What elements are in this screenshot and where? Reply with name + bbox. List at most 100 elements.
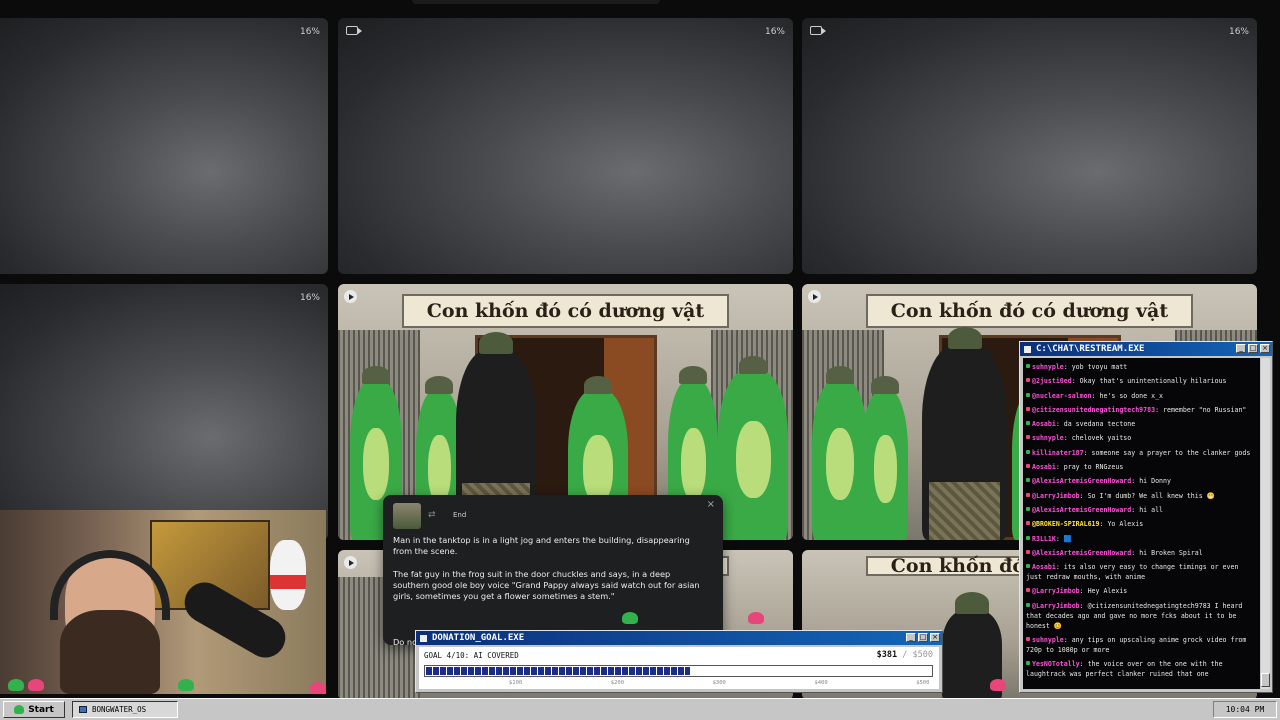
chat-message: @BROKEN-SPIRAL619: Yo Alexis — [1026, 519, 1257, 529]
chat-username[interactable]: @AlexisArtemisGreenHoward — [1032, 506, 1131, 514]
chat-titlebar[interactable]: C:\CHAT\RESTREAM.EXE — [1020, 342, 1272, 356]
close-button[interactable]: × — [1260, 344, 1270, 353]
toy-figure — [270, 540, 306, 610]
caption-paragraph: Man in the tanktop is in a light jog and… — [393, 535, 690, 556]
chat-text: : So I'm dumb? We all knew this 😁 — [1079, 491, 1215, 500]
chat-log[interactable]: suhnyple: yob tvoyu matt @2justi0ed: Okay… — [1023, 358, 1260, 689]
chat-username[interactable]: @LarryJimbob — [1032, 587, 1080, 595]
shop-sign: Con khốn đó có dương vật — [401, 294, 730, 328]
chat-message: @AlexisArtemisGreenHoward: hi Donny — [1026, 476, 1257, 486]
window-title: DONATION_GOAL.EXE — [432, 633, 525, 643]
minimize-button[interactable]: _ — [1236, 344, 1246, 353]
taskbar-item-bongwater-os[interactable]: BONGWATER_OS — [72, 701, 178, 718]
platform-icon — [1026, 406, 1030, 411]
chat-message: Aosabi: da svedana tectone — [1026, 419, 1257, 429]
swap-arrows-icon[interactable]: ⇄ — [428, 510, 436, 520]
chat-username[interactable]: killinater187 — [1032, 449, 1084, 457]
chat-text: : its also very easy to change timings o… — [1026, 563, 1239, 582]
chat-message: suhnyple: chelovek yaitso — [1026, 433, 1257, 443]
platform-icon — [1026, 392, 1030, 397]
chat-username[interactable]: @nuclear-salmon — [1032, 392, 1092, 400]
thumbnail-image[interactable] — [393, 503, 421, 529]
chat-text: : Yo Alexis — [1099, 520, 1144, 529]
chat-username[interactable]: YesNOTotally — [1032, 660, 1080, 668]
chat-username[interactable]: R3LL1K — [1032, 535, 1056, 543]
chat-username[interactable]: suhnyple — [1032, 636, 1064, 644]
progress-percent: 16% — [299, 27, 320, 37]
progress-percent: 16% — [1228, 27, 1249, 37]
progress-bar — [424, 665, 933, 677]
chat-username[interactable]: @citizensunitednegatingtech9783 — [1032, 406, 1155, 414]
chat-window[interactable]: C:\CHAT\RESTREAM.EXE _ □ × suhnyple: yob… — [1019, 341, 1273, 693]
platform-icon — [1026, 478, 1030, 483]
chat-message: killinater187: someone say a prayer to t… — [1026, 448, 1257, 458]
video-tile-placeholder[interactable]: 16% — [0, 18, 328, 274]
chat-username[interactable]: @AlexisArtemisGreenHoward — [1032, 477, 1131, 485]
chat-message: @2justi0ed: Okay that's unintentionally … — [1026, 376, 1257, 386]
tanktop-soldier — [922, 327, 1007, 540]
chat-username[interactable]: @AlexisArtemisGreenHoward — [1032, 549, 1131, 557]
video-icon — [346, 26, 362, 35]
platform-icon — [1026, 464, 1030, 469]
streamer-beard — [60, 610, 160, 694]
play-icon[interactable] — [344, 556, 357, 569]
platform-icon — [1026, 435, 1030, 440]
chat-username[interactable]: Aosabi — [1032, 563, 1056, 571]
frog-suit-man — [718, 356, 788, 540]
close-icon[interactable]: × — [707, 499, 715, 510]
chat-username[interactable]: suhnyple — [1032, 434, 1064, 442]
chat-username[interactable]: @LarryJimbob — [1032, 492, 1080, 500]
chat-message: suhnyple: any tips on upscaling anime gr… — [1026, 635, 1257, 655]
frog-icon — [14, 705, 25, 714]
scrollbar-thumb[interactable] — [1261, 673, 1270, 687]
donation-goal-window[interactable]: DONATION_GOAL.EXE _ □ × GOAL 4/10: AI CO… — [415, 630, 943, 693]
frog-suit-man — [862, 376, 908, 540]
target-amount: $500 — [912, 650, 933, 660]
progress-percent: 16% — [299, 293, 320, 303]
chat-username[interactable]: @2justi0ed — [1032, 377, 1072, 385]
chat-username[interactable]: Aosabi — [1032, 420, 1056, 428]
chat-message: @LarryJimbob: @citizensunitednegatingtec… — [1026, 601, 1257, 631]
start-label: Start — [28, 704, 54, 715]
progress-percent: 16% — [764, 27, 785, 37]
caption-paragraph: The fat guy in the frog suit in the door… — [393, 569, 700, 601]
progress-fill — [426, 667, 690, 675]
chat-text: : hi all — [1131, 505, 1164, 514]
chat-text: : remember "no Russian" — [1155, 405, 1247, 414]
chat-username[interactable]: @BROKEN-SPIRAL619 — [1032, 520, 1100, 528]
platform-icon — [1026, 549, 1030, 554]
chat-message: @AlexisArtemisGreenHoward: hi all — [1026, 505, 1257, 515]
play-icon[interactable] — [808, 290, 821, 303]
chat-username[interactable]: @LarryJimbob — [1032, 602, 1080, 610]
current-amount: $381 — [876, 650, 898, 660]
chat-scrollbar[interactable] — [1261, 358, 1270, 689]
end-label[interactable]: End — [453, 511, 466, 519]
video-tile-placeholder[interactable]: 16% — [802, 18, 1257, 274]
task-label: BONGWATER_OS — [92, 705, 147, 714]
frog-sticker-icon — [990, 679, 1006, 691]
goal-label: GOAL 4/10: AI COVERED — [424, 651, 519, 660]
chat-username[interactable]: Aosabi — [1032, 463, 1056, 471]
platform-icon — [1026, 492, 1030, 497]
donation-titlebar[interactable]: DONATION_GOAL.EXE — [416, 631, 942, 645]
minimize-button[interactable]: _ — [906, 633, 916, 642]
frog-sticker-icon — [178, 679, 194, 691]
play-icon[interactable] — [344, 290, 357, 303]
video-tile-placeholder[interactable]: 16% — [338, 18, 793, 274]
chat-text: : Okay that's unintentionally hilarious — [1071, 377, 1227, 386]
frog-sticker-icon — [622, 612, 638, 624]
start-button[interactable]: Start — [3, 701, 65, 718]
platform-icon — [1026, 535, 1030, 540]
chat-message: Aosabi: its also very easy to change tim… — [1026, 562, 1257, 582]
maximize-button[interactable]: □ — [918, 633, 928, 642]
caption-dialog: ⇄ End × Man in the tanktop is in a light… — [383, 495, 723, 647]
top-bar — [412, 0, 660, 4]
close-button[interactable]: × — [930, 633, 940, 642]
chat-text: : Hey Alexis — [1079, 587, 1128, 596]
maximize-button[interactable]: □ — [1248, 344, 1258, 353]
platform-icon — [1026, 506, 1030, 511]
chat-username[interactable]: suhnyple — [1032, 363, 1064, 371]
progress-ticks: $100 $200 $300 $400 $500 — [424, 680, 933, 688]
video-tile-placeholder[interactable]: 16% — [0, 284, 328, 540]
progress-tick-label: $200 — [610, 680, 625, 686]
